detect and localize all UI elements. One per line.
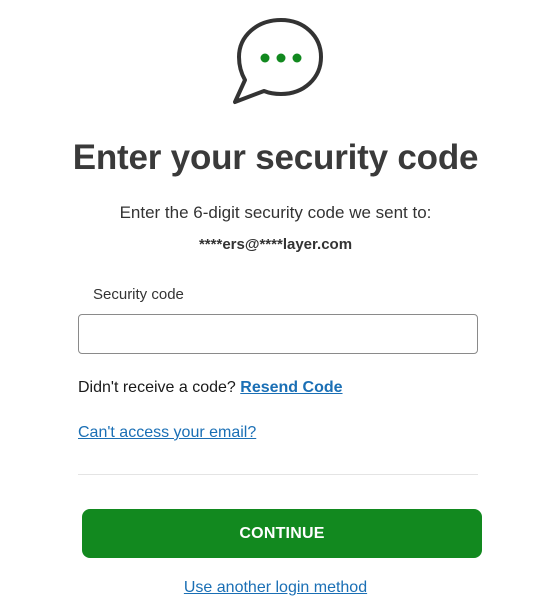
chat-bubble-ellipsis-icon bbox=[231, 16, 327, 112]
masked-email: ****ers@****layer.com bbox=[198, 236, 353, 253]
instruction-text: Enter the 6-digit security code we sent … bbox=[119, 203, 432, 222]
cant-access-email-link[interactable]: Can't access your email? bbox=[78, 424, 256, 442]
divider bbox=[78, 474, 478, 475]
resend-code-link[interactable]: Resend Code bbox=[240, 379, 342, 396]
other-login-row: Use another login method bbox=[0, 579, 551, 597]
use-another-login-method-link[interactable]: Use another login method bbox=[184, 579, 367, 596]
continue-button[interactable]: CONTINUE bbox=[82, 509, 482, 558]
page-title: Enter your security code bbox=[72, 138, 479, 177]
security-code-input[interactable] bbox=[78, 314, 478, 354]
security-code-label: Security code bbox=[93, 286, 184, 303]
resend-prompt: Didn't receive a code? bbox=[78, 379, 236, 396]
resend-row: Didn't receive a code? Resend Code bbox=[78, 379, 343, 397]
